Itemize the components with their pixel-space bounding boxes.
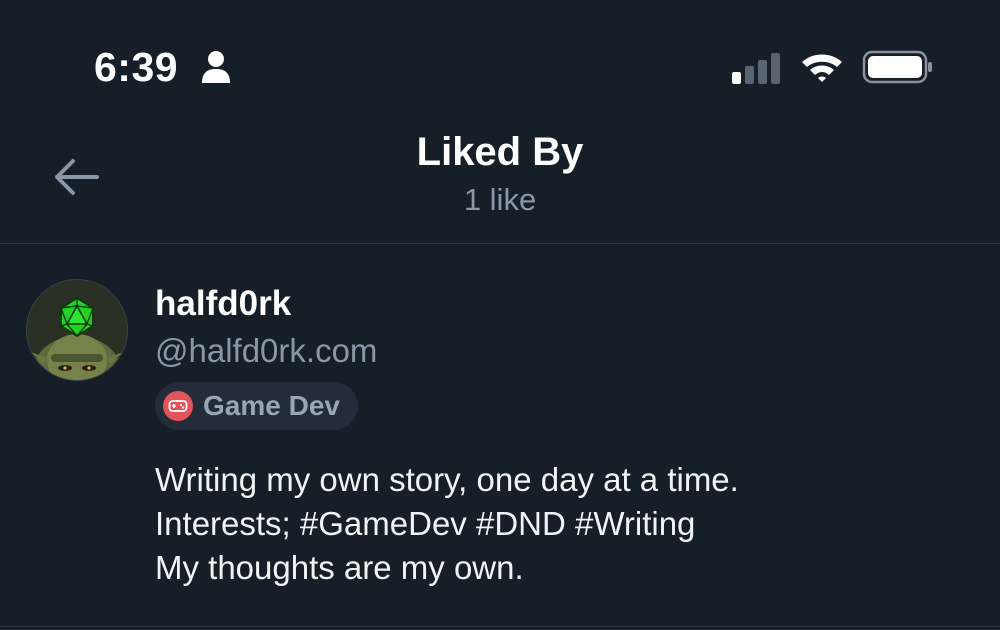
avatar-image — [27, 280, 127, 380]
status-time: 6:39 — [94, 44, 179, 90]
header: Liked By 1 like — [0, 120, 1000, 243]
user-handle: @halfd0rk.com — [155, 332, 378, 369]
display-name: halfd0rk — [155, 284, 292, 323]
tag-label: Game Dev — [203, 390, 340, 421]
bio-line: Writing my own story, one day at a time. — [155, 461, 739, 498]
cellular-signal-icon — [732, 53, 780, 84]
person-icon — [202, 51, 230, 83]
like-count: 1 like — [463, 182, 537, 217]
interest-tag-badge[interactable]: Game Dev — [155, 382, 358, 430]
row-divider — [0, 626, 1000, 627]
user-bio: Writing my own story, one day at a time.… — [155, 458, 975, 590]
gamepad-icon — [163, 391, 193, 421]
battery-icon — [862, 50, 932, 84]
status-bar: 6:39 — [0, 0, 1000, 120]
list-item[interactable]: halfd0rk @halfd0rk.com Game Dev Writing … — [0, 244, 1000, 626]
bio-line: Interests; #GameDev #DND #Writing — [155, 505, 696, 542]
avatar[interactable] — [26, 279, 128, 381]
page-title: Liked By — [416, 130, 584, 174]
bio-line: My thoughts are my own. — [155, 549, 524, 586]
wifi-icon — [802, 54, 842, 82]
